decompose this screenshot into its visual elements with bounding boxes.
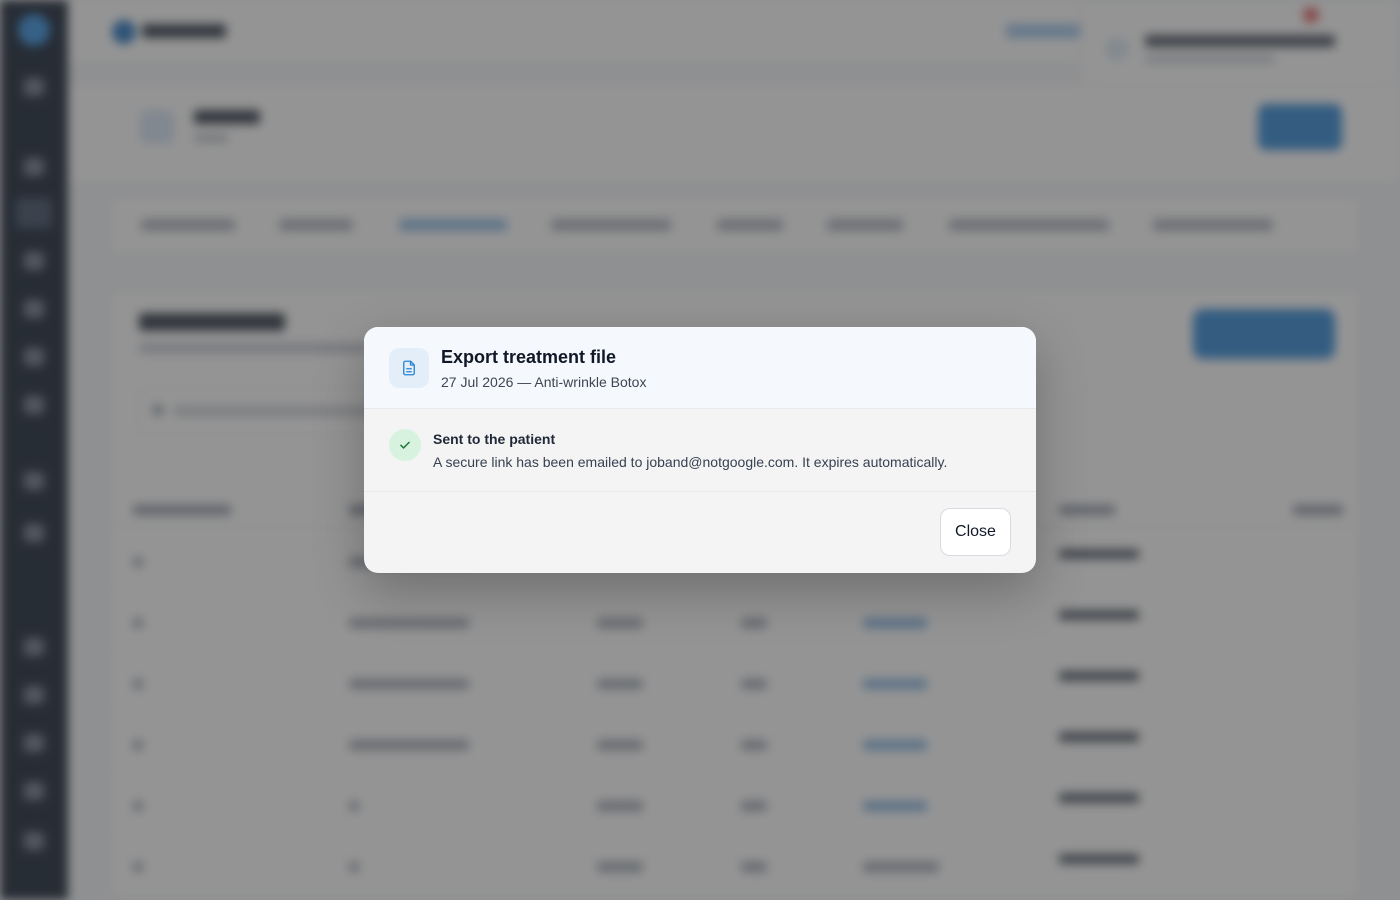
status-title: Sent to the patient bbox=[433, 431, 556, 447]
status-message: A secure link has been emailed to joband… bbox=[433, 454, 948, 470]
modal-status: Sent to the patient A secure link has be… bbox=[364, 409, 1036, 492]
export-treatment-modal: Export treatment file 27 Jul 2026 — Anti… bbox=[364, 327, 1036, 573]
modal-subtitle: 27 Jul 2026 — Anti-wrinkle Botox bbox=[441, 374, 647, 390]
document-icon bbox=[389, 348, 429, 388]
modal-header: Export treatment file 27 Jul 2026 — Anti… bbox=[364, 327, 1036, 409]
check-icon bbox=[389, 429, 421, 461]
close-button[interactable]: Close bbox=[940, 508, 1011, 556]
modal-title: Export treatment file bbox=[441, 347, 617, 367]
